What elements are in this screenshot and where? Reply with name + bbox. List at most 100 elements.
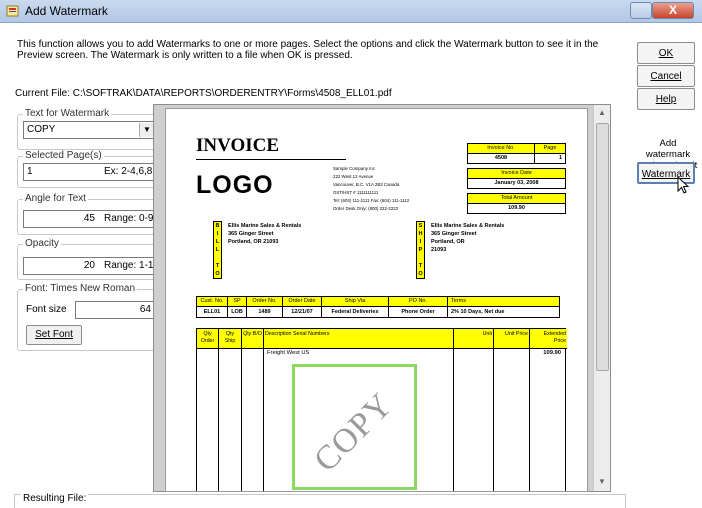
bill-to-letter: I	[216, 231, 219, 237]
selected-pages-label: Selected Page(s)	[23, 150, 104, 161]
preview-scrollbar[interactable]: ▲ ▼	[593, 105, 610, 491]
bill-to-letter: B	[215, 223, 220, 229]
ship-to-line: 21093	[431, 247, 447, 253]
order-value-cell: 2% 10 Days, Net due	[447, 306, 560, 318]
ship-to-letter: H	[418, 231, 423, 237]
current-file-path: Current File: C:\SOFTRAK\DATA\REPORTS\OR…	[15, 88, 392, 99]
invoice-page: INVOICE LOGO Sample Company Inc 222 West …	[165, 108, 588, 492]
line-column: Unit	[454, 329, 494, 491]
ship-to-line: Ellis Marine Sales & Rentals	[431, 223, 505, 229]
line-header-cell: Qty B/O	[242, 329, 263, 349]
angle-label: Angle for Text	[23, 193, 88, 204]
order-value-cell: LOB	[227, 306, 247, 318]
bill-to-letter: O	[215, 271, 220, 277]
watermark-text-dropdown[interactable]: COPY ▼	[23, 121, 156, 139]
line-column: Qty Ship	[219, 329, 242, 491]
bill-to-letter: L	[215, 247, 220, 253]
order-info-table: Cust. No. ELL01 SP LOB Order No. 1489 Order Da…	[196, 296, 566, 318]
bill-to-line: 365 Ginger Street	[228, 231, 274, 237]
minimize-button[interactable]	[630, 2, 652, 19]
line-column: Unit Price	[494, 329, 530, 491]
order-value-cell: Phone Order	[388, 306, 448, 318]
ship-to-address: Ellis Marine Sales & Rentals 365 Ginger S…	[431, 223, 504, 255]
help-button[interactable]: Help	[637, 88, 695, 110]
invoice-title: INVOICE	[196, 135, 280, 156]
window-title: Add Watermark	[25, 4, 108, 18]
bill-to-letter: L	[215, 239, 220, 245]
ok-button-label: OK	[658, 48, 674, 59]
company-line: Order Desk Only: (800) 222-2222	[333, 206, 399, 211]
angle-hint: Range: 0-90	[104, 213, 160, 224]
ship-to-line: Portland, OR	[431, 239, 465, 245]
set-font-label: Set Font	[35, 329, 73, 340]
company-line: GST/HST # 1111111111	[333, 190, 379, 195]
bill-to-line: Ellis Marine Sales & Rentals	[228, 223, 302, 229]
set-font-button[interactable]: Set Font	[26, 325, 82, 345]
window-controls: X	[630, 2, 694, 19]
cancel-button-label: Cancel	[650, 71, 682, 82]
ship-to-letter: P	[418, 247, 423, 253]
line-header-cell: Qty Order	[197, 329, 218, 349]
ok-button[interactable]: OK	[637, 42, 695, 64]
cancel-button[interactable]: Cancel	[637, 65, 695, 87]
add-watermark-dialog: Add Watermark X This function allows you…	[0, 0, 702, 508]
company-line: Tel: (604) 111-1111 Fax: (604) 111-1112	[333, 198, 410, 203]
ship-to-letter: T	[418, 263, 423, 269]
order-value-cell: ELL01	[196, 306, 228, 318]
line-header-cell: Description Serial Numbers	[264, 329, 453, 349]
title-bar: Add Watermark X	[0, 0, 702, 23]
line-column: Qty B/O	[242, 329, 264, 491]
bill-to-strip: BILLTO	[213, 221, 222, 279]
line-header-cell: Unit Price	[494, 329, 529, 349]
bill-to-line: Portland, OR 21093	[228, 239, 279, 245]
ship-to-letter: O	[418, 271, 423, 277]
help-button-label: Help	[655, 94, 677, 105]
selected-pages-hint: Ex: 2-4,6,8	[104, 166, 153, 177]
font-size-label: Font size	[26, 304, 67, 315]
scroll-down-icon[interactable]: ▼	[598, 477, 606, 486]
font-size-value: 64	[139, 304, 151, 315]
ship-to-letter	[417, 254, 424, 262]
bill-to-address: Ellis Marine Sales & Rentals 365 Ginger S…	[228, 223, 301, 247]
ship-to-letter: S	[418, 223, 423, 229]
chevron-down-icon[interactable]: ▼	[139, 123, 154, 137]
line-header-cell: Qty Ship	[219, 329, 241, 349]
opacity-label: Opacity	[23, 238, 61, 249]
line-item-extended-price: 109.90	[543, 350, 561, 356]
company-line: Vancouver, B.C. V1A 2B3 Canada	[333, 182, 400, 187]
scrollbar-thumb[interactable]	[596, 123, 609, 371]
watermark-text-value: COPY	[27, 124, 56, 135]
order-value-cell: 1489	[246, 306, 283, 318]
total-amount-value: 109.90	[467, 203, 566, 214]
page-value: 1	[534, 153, 566, 164]
selected-pages-value: 1	[27, 166, 33, 177]
text-watermark-label: Text for Watermark	[23, 108, 112, 119]
title-rule	[196, 159, 346, 160]
ship-to-letter: I	[419, 239, 422, 245]
mouse-cursor-icon	[677, 176, 690, 194]
invoice-no-value: 4508	[467, 153, 535, 164]
ship-to-line: 365 Ginger Street	[431, 231, 477, 237]
app-icon	[6, 5, 19, 17]
bill-to-letter	[214, 254, 221, 262]
angle-value: 45	[83, 213, 95, 224]
ship-to-strip: SHIP TO	[416, 221, 425, 279]
invoice-date-value: January 03, 2008	[467, 178, 566, 189]
font-size-input[interactable]: 64	[75, 301, 155, 319]
line-header-cell: Extended Price	[530, 329, 567, 349]
order-value-cell: Federal Deliveries	[321, 306, 389, 318]
company-line: 222 West 12 Avenue	[333, 174, 374, 179]
line-item-description: Freight West US	[267, 350, 310, 356]
resulting-file-group: Resulting File:	[14, 493, 626, 508]
bill-to-letter: T	[215, 263, 220, 269]
company-address: Sample Company Inc 222 West 12 Avenue Vanc…	[333, 166, 409, 214]
opacity-value: 20	[83, 260, 95, 271]
resulting-file-label: Resulting File:	[21, 493, 89, 504]
description-text: This function allows you to add Watermar…	[17, 39, 599, 61]
line-column: Qty Order	[197, 329, 219, 491]
company-line: Sample Company Inc	[333, 166, 375, 171]
order-value-cell: 12/21/07	[282, 306, 322, 318]
line-header-cell: Unit	[454, 329, 493, 349]
scroll-up-icon[interactable]: ▲	[598, 108, 606, 117]
close-button[interactable]: X	[652, 2, 694, 19]
